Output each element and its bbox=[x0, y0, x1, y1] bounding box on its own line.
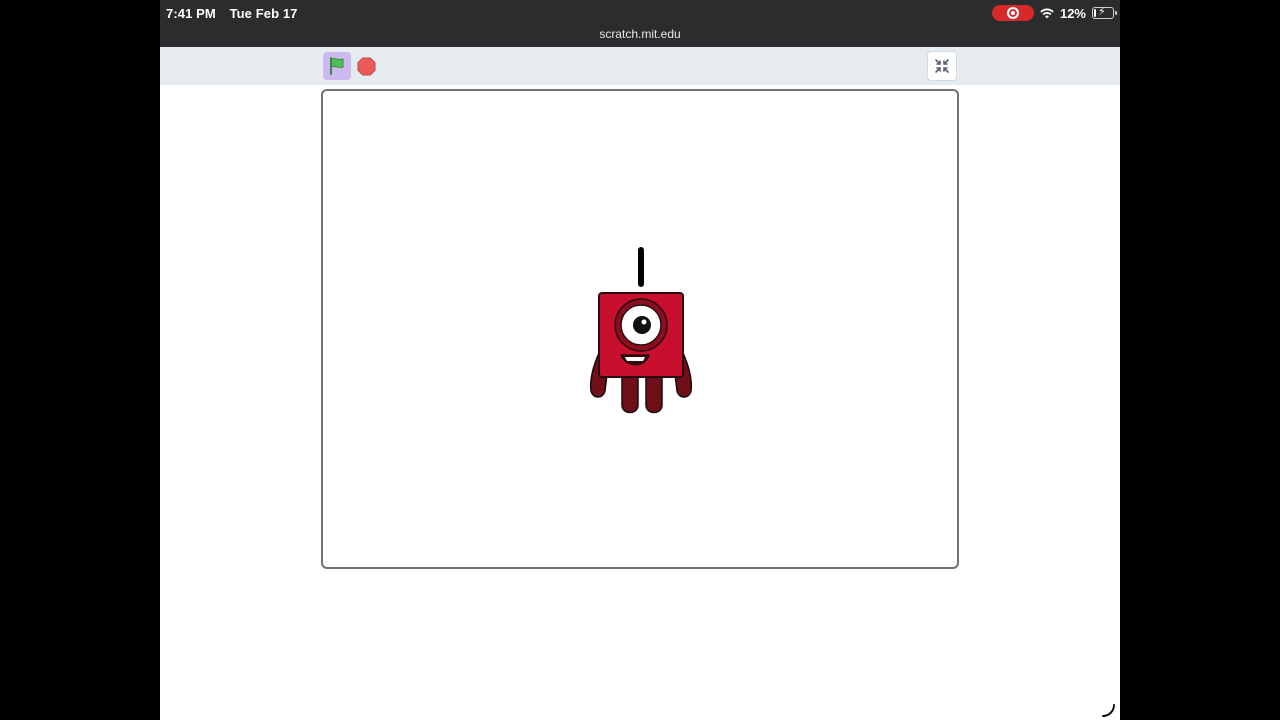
status-bar: 7:41 PM Tue Feb 17 scratch.mit.edu 12% ⚡ bbox=[160, 0, 1120, 47]
url-bar[interactable]: scratch.mit.edu bbox=[160, 27, 1120, 41]
exit-fullscreen-icon bbox=[935, 59, 949, 73]
stop-sign-icon bbox=[356, 56, 376, 76]
ipad-screen: 7:41 PM Tue Feb 17 scratch.mit.edu 12% ⚡ bbox=[160, 0, 1120, 720]
green-flag-icon bbox=[330, 57, 344, 75]
battery-percent: 12% bbox=[1059, 5, 1086, 21]
status-time: 7:41 PM bbox=[166, 6, 216, 21]
status-left: 7:41 PM Tue Feb 17 bbox=[166, 6, 308, 21]
scratch-stage[interactable] bbox=[321, 89, 959, 569]
green-flag-button[interactable] bbox=[323, 52, 351, 80]
wifi-icon bbox=[1040, 8, 1054, 18]
screen-record-icon[interactable] bbox=[991, 5, 1034, 21]
loading-spinner-icon bbox=[1102, 704, 1115, 717]
exit-fullscreen-button[interactable] bbox=[927, 51, 957, 81]
battery-icon: ⚡ bbox=[1092, 6, 1117, 19]
status-date: Tue Feb 17 bbox=[229, 6, 298, 21]
stop-button[interactable] bbox=[356, 56, 376, 76]
stage-toolbar bbox=[160, 47, 1120, 85]
numberblock-one-sprite[interactable] bbox=[585, 245, 697, 415]
status-right: 12% ⚡ bbox=[991, 5, 1117, 21]
